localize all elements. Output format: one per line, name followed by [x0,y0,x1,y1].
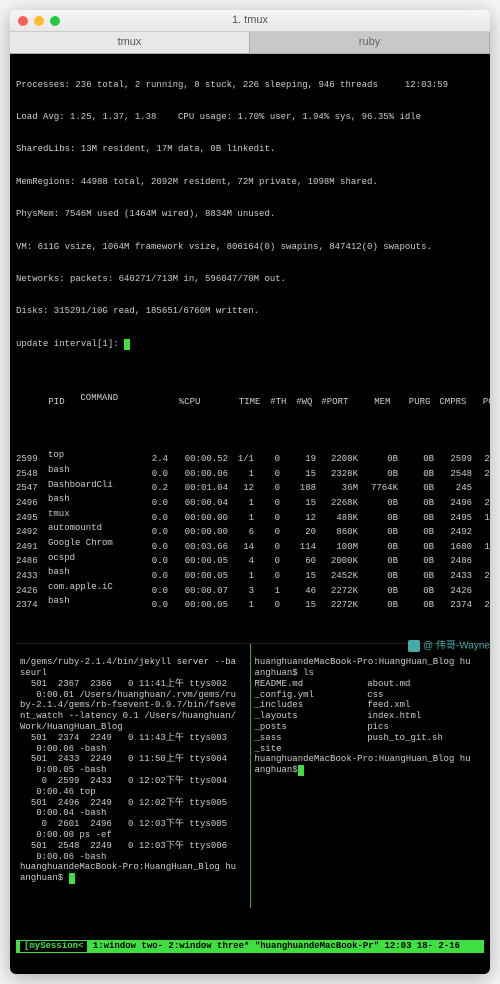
prompt-line: anghuan$ [255,765,481,776]
col-wq: #WQ [286,397,312,408]
col-command: COMMAND [80,393,170,404]
cursor-icon [298,765,304,776]
col-cpu: %CPU [170,397,200,408]
zhihu-icon [408,640,420,652]
col-pid: PID [48,397,80,408]
ls-row: _layoutsindex.html [255,711,481,722]
ls-row: _config.ymlcss [255,690,481,701]
ls-row: _sasspush_to_git.sh [255,733,481,744]
top-load-line: Load Avg: 1.25, 1.37, 1.38 CPU usage: 1.… [16,112,484,123]
ps-line: Work/HuangHuan_Blog [20,722,246,733]
ps-line: 501 2548 2249 0 12:03下午 ttys006 [20,841,246,852]
pane-left[interactable]: m/gems/ruby-2.1.4/bin/jekyll server --ba… [16,644,251,907]
ps-output: 501 2367 2366 0 11:41上午 ttys002 0:00.01 … [20,679,246,863]
ps-line: seurl [20,668,246,679]
window-title: 1. tmux [10,14,490,27]
process-row: 2547DashboardCli0.200:01.0412018836M7764… [16,480,484,495]
status-windows[interactable]: 1:window two- 2:window three* "huanghuan… [87,941,480,952]
ls-output: README.mdabout.md_config.ymlcss_includes… [255,679,481,755]
pane-right[interactable]: huanghuandeMacBook-Pro:HuangHuan_Blog hu… [251,644,485,907]
watermark: @ 伟哥-Wayne [408,640,490,653]
tmux-split: m/gems/ruby-2.1.4/bin/jekyll server --ba… [16,643,484,907]
top-processes-line: Processes: 236 total, 2 running, 8 stuck… [16,80,484,91]
ps-line: 0:00.04 -bash [20,808,246,819]
process-row: 2548bash0.000:00.0610152328K0B0B25482249 [16,465,484,480]
ps-line: 0:00.05 -bash [20,765,246,776]
ps-line: 0 2599 2433 0 12:02下午 ttys004 [20,776,246,787]
top-networks-line: Networks: packets: 640271/713M in, 59604… [16,274,484,285]
ps-line: 0:00.46 top [20,787,246,798]
ls-row: _includesfeed.xml [255,700,481,711]
terminal-window: 1. tmux tmux ruby Processes: 236 total, … [10,10,490,974]
process-list: 2599top2.400:00.521/10192208K0B0B2599243… [16,450,484,611]
process-row: 2433bash0.000:00.0510152452K0B0B24332249 [16,567,484,582]
col-port: #PORT [312,397,348,408]
tab-bar: tmux ruby [10,32,490,54]
prompt-line: anghuan$ ls [255,668,481,679]
process-row: 2486ocspd0.000:00.0540602000K0B0B24861 [16,553,484,568]
col-pgrp: PGRP [466,397,490,408]
ps-line: 0 2601 2496 0 12:03下午 ttys005 [20,819,246,830]
ls-row: _site [255,744,481,755]
process-row: 2496bash0.000:00.0410152268K0B0B24962249 [16,494,484,509]
top-memregions-line: MemRegions: 44988 total, 2092M resident,… [16,177,484,188]
process-row: 2492automountd0.000:00.006020860K0B0B249… [16,523,484,538]
ps-line: 0:00.01 /Users/huanghuan/.rvm/gems/ru [20,690,246,701]
ps-line: 501 2374 2249 0 11:43上午 ttys003 [20,733,246,744]
top-physmem-line: PhysMem: 7546M used (1464M wired), 8834M… [16,209,484,220]
ls-row: README.mdabout.md [255,679,481,690]
status-session[interactable]: [mySession< [20,941,87,952]
ps-line: 501 2433 2249 0 11:50上午 ttys004 [20,754,246,765]
ps-line: nt_watch --latency 0.1 /Users/huanghuan/ [20,711,246,722]
process-row: 2491Google Chrom0.000:03.66140114100M0B0… [16,538,484,553]
ps-line: 501 2367 2366 0 11:41上午 ttys002 [20,679,246,690]
process-row: 2495tmux0.000:00.001012488K0B0B24951758 [16,509,484,524]
process-row: 2599top2.400:00.521/10192208K0B0B2599243… [16,450,484,465]
top-sharedlibs-line: SharedLibs: 13M resident, 17M data, 0B l… [16,144,484,155]
col-th: #TH [260,397,286,408]
col-time: TIME [200,397,260,408]
prompt-line: huanghuandeMacBook-Pro:HuangHuan_Blog hu [255,754,481,765]
top-vm-line: VM: 611G vsize, 1064M framework vsize, 8… [16,242,484,253]
prompt-line: huanghuandeMacBook-Pro:HuangHuan_Blog hu [20,862,246,873]
ps-line: 0:00.00 ps -ef [20,830,246,841]
process-header-row: PIDCOMMAND%CPUTIME#TH#WQ#PORTMEMPURGCMPR… [16,382,484,418]
ps-line: 0:00.06 -bash [20,852,246,863]
cursor-icon [69,873,75,884]
cursor-icon [124,339,130,350]
process-row: 2374bash0.000:00.0510152272K0B0B23742249 [16,596,484,611]
prompt-line: anghuan$ [20,873,246,884]
titlebar[interactable]: 1. tmux [10,10,490,32]
tab-tmux[interactable]: tmux [10,32,250,53]
ls-row: _postspics [255,722,481,733]
col-purg: PURG [390,397,430,408]
top-disks-line: Disks: 315291/10G read, 185651/6760M wri… [16,306,484,317]
terminal-body[interactable]: Processes: 236 total, 2 running, 8 stuck… [10,54,490,974]
tmux-statusbar[interactable]: [mySession< 1:window two- 2:window three… [16,940,484,953]
col-cmprs: CMPRS [430,397,466,408]
ps-line: 0:00.06 -bash [20,744,246,755]
ps-line: by-2.1.4/gems/rb-fsevent-0.9.7/bin/fseve [20,700,246,711]
process-row: 2426com.apple.iC0.000:00.0731462272K0B0B… [16,582,484,597]
col-mem: MEM [348,397,390,408]
top-update-line: update interval[1]: [16,339,484,350]
ps-line: 501 2496 2249 0 12:02下午 ttys005 [20,798,246,809]
tab-ruby[interactable]: ruby [250,32,490,53]
